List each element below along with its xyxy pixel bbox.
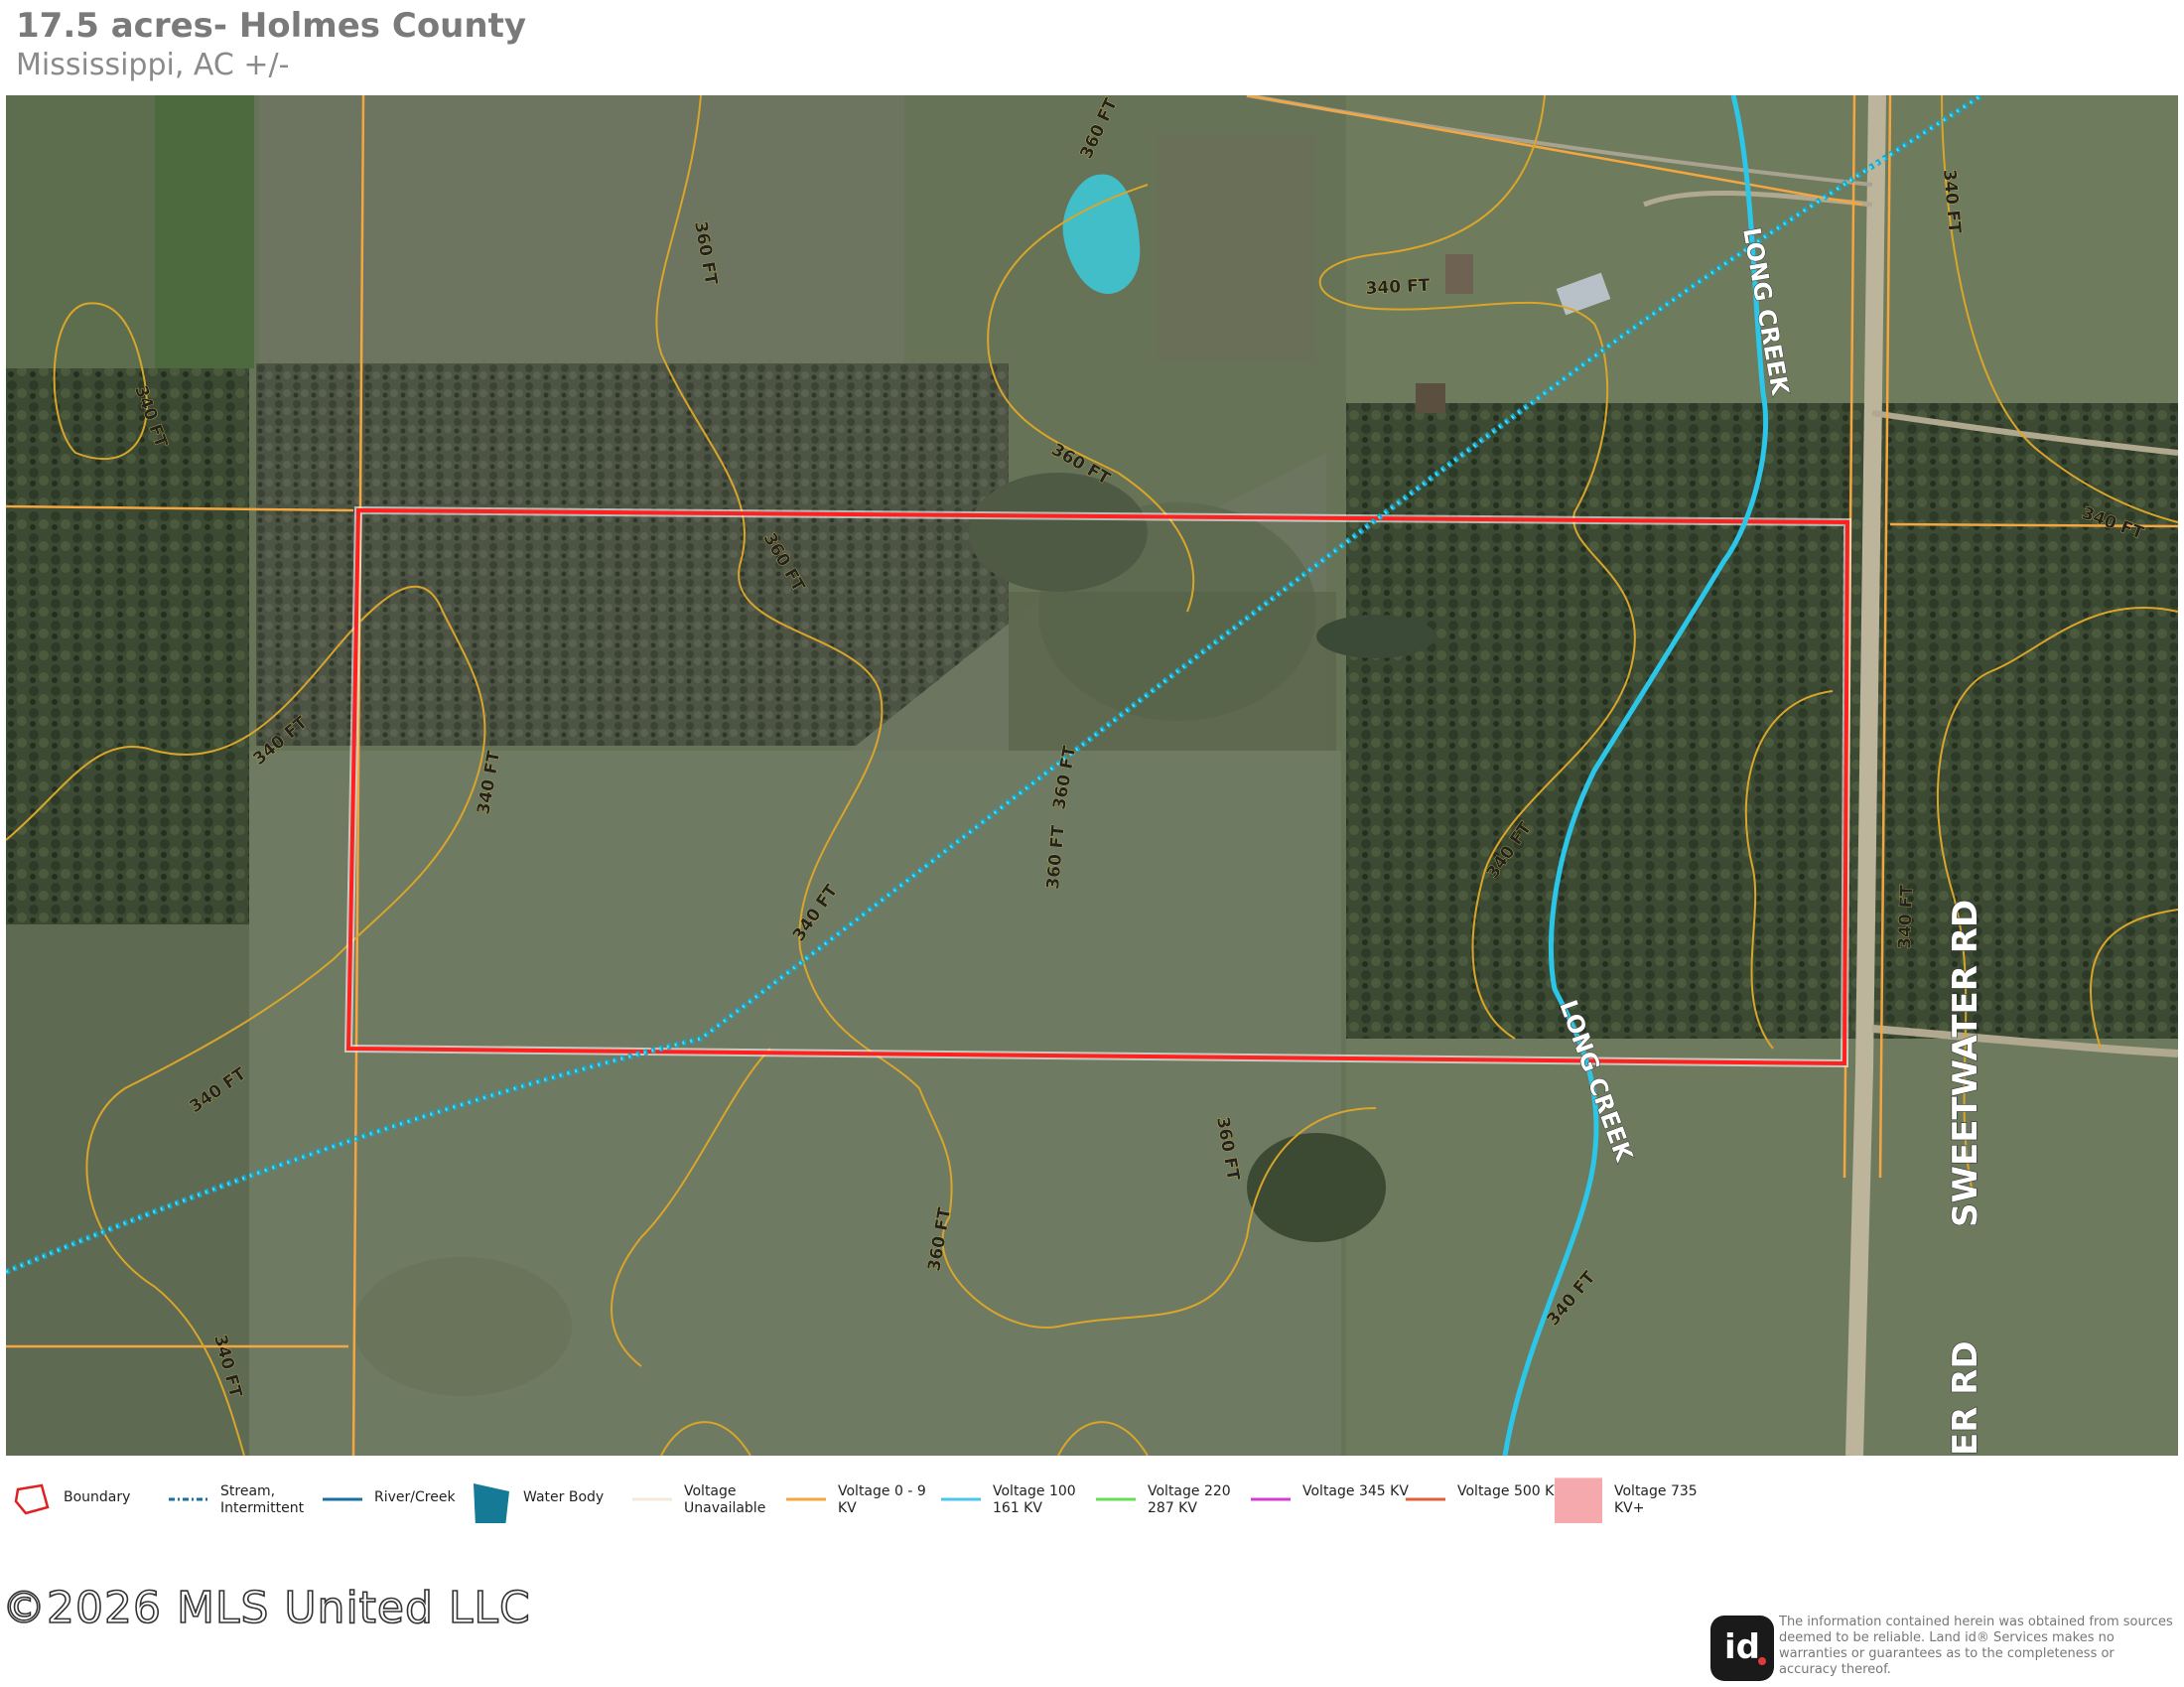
forest-parcel-west: [256, 363, 812, 746]
contour-label: 340 FT: [1895, 884, 1917, 949]
contour-label: 340 FT: [1365, 276, 1431, 299]
boundary-polygon-icon: [14, 1483, 50, 1515]
forest-east: [1346, 403, 2178, 1039]
line-icon: [1096, 1497, 1136, 1501]
building-house: [1416, 383, 1445, 413]
map-canvas[interactable]: 360 FT 360 FT 360 FT 360 FT 340 FT 340 F…: [6, 95, 2178, 1456]
aerial-map[interactable]: 360 FT 360 FT 360 FT 360 FT 340 FT 340 F…: [6, 95, 2178, 1456]
copyright: ©2026 MLS United LLC: [1, 1582, 531, 1634]
road-label-sweetwater-south: ER RD: [1946, 1340, 1985, 1456]
line-icon: [1406, 1497, 1445, 1501]
map-legend: Boundary Stream, Intermittent River/Cree…: [0, 1470, 2184, 1529]
line-icon: [786, 1497, 826, 1501]
landid-logo[interactable]: id: [1710, 1616, 1774, 1681]
map-title: 17.5 acres- Holmes County: [16, 6, 527, 46]
line-icon: [941, 1497, 981, 1501]
pond-small: [1316, 615, 1435, 658]
water-body-icon: [474, 1483, 509, 1523]
dash-dot-line-icon: [169, 1497, 208, 1501]
solid-line-icon: [323, 1497, 362, 1501]
line-icon: [632, 1497, 672, 1501]
logo-dot-icon: [1758, 1657, 1766, 1665]
building-shed: [1445, 254, 1473, 294]
road-label-sweetwater: SWEETWATER RD: [1946, 900, 1985, 1227]
line-icon: [1251, 1497, 1291, 1501]
fill-square-icon: [1555, 1477, 1602, 1523]
disclaimer-text: The information contained herein was obt…: [1779, 1615, 2173, 1677]
map-subtitle: Mississippi, AC +/-: [16, 48, 290, 82]
